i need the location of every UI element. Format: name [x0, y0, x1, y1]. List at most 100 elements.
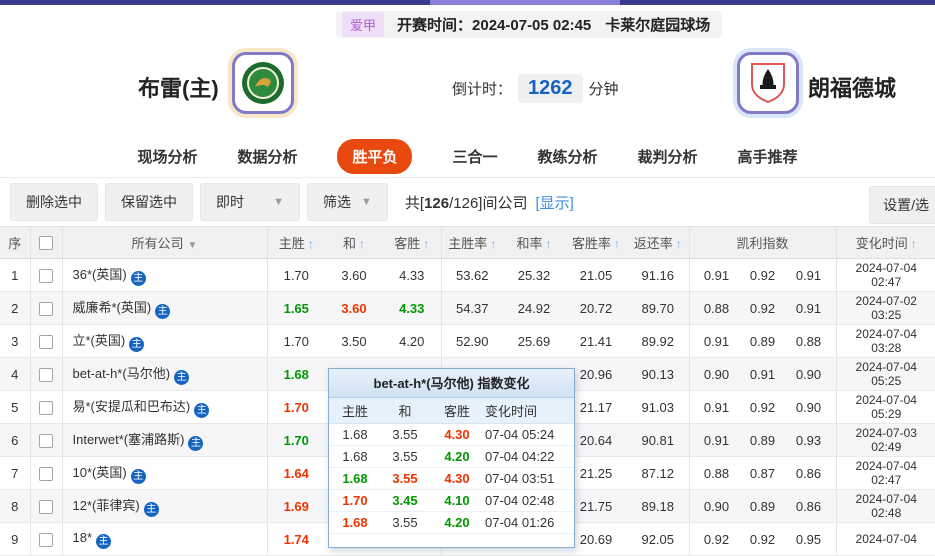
header-客胜[interactable]: 客胜↑	[383, 227, 441, 259]
match-info-bar: 爱甲 开赛时间：2024-07-05 02:45 卡莱尔庭园球场	[336, 11, 722, 38]
tab-7[interactable]: 高手推荐	[738, 146, 798, 167]
top-progress-segment	[430, 0, 620, 5]
kelly-values: 0.900.890.86	[690, 499, 836, 514]
kelly-cell: 0.880.870.86	[689, 457, 836, 490]
draw-rate: 24.92	[503, 292, 565, 325]
company-cell[interactable]: Interwet*(塞浦路斯)主	[62, 424, 267, 457]
change-date: 2024-07-04	[837, 492, 935, 506]
company-cell[interactable]: 12*(菲律宾)主	[62, 490, 267, 523]
change-time: 02:49	[837, 440, 935, 454]
popup-away-odds: 4.20	[429, 515, 485, 530]
kelly-value: 0.95	[796, 532, 821, 547]
tab-6[interactable]: 裁判分析	[638, 146, 698, 167]
row-checkbox[interactable]	[39, 335, 53, 349]
kelly-value: 0.86	[796, 499, 821, 514]
kelly-cell: 0.920.920.95	[689, 523, 836, 556]
row-checkbox-cell	[30, 490, 62, 523]
company-cell[interactable]: 36*(英国)主	[62, 259, 267, 292]
home-odds: 1.74	[267, 523, 325, 556]
row-checkbox[interactable]	[39, 467, 53, 481]
company-count: 共[126/126]间公司	[405, 192, 528, 213]
company-cell[interactable]: bet-at-h*(马尔他)主	[62, 358, 267, 391]
company-cell[interactable]: 10*(英国)主	[62, 457, 267, 490]
header-checkbox[interactable]	[30, 227, 62, 259]
home-odds: 1.70	[267, 424, 325, 457]
show-link[interactable]: [显示]	[535, 192, 573, 213]
header-序[interactable]: 序	[0, 227, 30, 259]
tab-1[interactable]: 现场分析	[137, 146, 197, 167]
row-number: 4	[0, 358, 30, 391]
kelly-value: 0.89	[750, 499, 775, 514]
row-checkbox[interactable]	[39, 401, 53, 415]
away-team-name: 朗福德城	[808, 71, 896, 103]
header-和[interactable]: 和↑	[325, 227, 383, 259]
popup-away-odds: 4.10	[429, 493, 485, 508]
keep-selected-button[interactable]: 保留选中	[105, 183, 193, 221]
header-返还率[interactable]: 返还率↑	[627, 227, 689, 259]
home-odds: 1.65	[267, 292, 325, 325]
company-cell[interactable]: 18*主	[62, 523, 267, 556]
select-all-checkbox[interactable]	[39, 236, 53, 250]
popup-home-odds: 1.68	[329, 471, 381, 486]
table-row: 2威廉希*(英国)主1.653.604.3354.3724.9220.7289.…	[0, 292, 935, 325]
home-rate: 52.90	[441, 325, 503, 358]
header-所有公司[interactable]: 所有公司▼	[62, 227, 267, 259]
instant-dropdown[interactable]: 即时 ▼	[200, 183, 300, 221]
draw-odds: 3.60	[325, 259, 383, 292]
payout-rate: 92.05	[627, 523, 689, 556]
row-checkbox[interactable]	[39, 434, 53, 448]
header-和率[interactable]: 和率↑	[503, 227, 565, 259]
tab-2[interactable]: 数据分析	[237, 146, 297, 167]
header-label: 客胜	[394, 236, 420, 251]
change-time-cell: 2024-07-0405:29	[836, 391, 935, 424]
kelly-value: 0.90	[796, 400, 821, 415]
popup-draw-odds: 3.55	[381, 427, 429, 442]
row-checkbox[interactable]	[39, 533, 53, 547]
header-label: 客胜率	[572, 236, 611, 251]
home-crest-icon	[241, 61, 285, 105]
sort-asc-icon: ↑	[676, 237, 682, 251]
payout-rate: 91.16	[627, 259, 689, 292]
popup-row: 1.683.554.2007-04 04:22	[329, 446, 574, 468]
header-客胜率[interactable]: 客胜率↑	[565, 227, 627, 259]
sort-asc-icon: ↑	[308, 237, 314, 251]
header-凯利指数[interactable]: 凯利指数	[689, 227, 836, 259]
popup-change-time: 07-04 01:26	[485, 515, 573, 530]
dropdown-icon[interactable]: ▼	[188, 240, 198, 251]
company-cell[interactable]: 立*(英国)主	[62, 325, 267, 358]
tab-4[interactable]: 三合一	[452, 146, 497, 167]
kelly-value: 0.89	[750, 334, 775, 349]
delete-selected-button[interactable]: 删除选中	[10, 183, 98, 221]
row-checkbox[interactable]	[39, 368, 53, 382]
popup-header-2: 和	[381, 401, 429, 420]
away-crest-icon	[748, 61, 788, 105]
home-odds: 1.70	[267, 259, 325, 292]
row-checkbox-cell	[30, 358, 62, 391]
filter-dropdown[interactable]: 筛选 ▼	[307, 183, 388, 221]
row-checkbox[interactable]	[39, 269, 53, 283]
row-checkbox[interactable]	[39, 302, 53, 316]
draw-rate: 25.69	[503, 325, 565, 358]
payout-rate: 91.03	[627, 391, 689, 424]
kelly-value: 0.91	[750, 367, 775, 382]
row-checkbox[interactable]	[39, 500, 53, 514]
home-badge-icon: 主	[174, 370, 189, 385]
kelly-cell: 0.880.920.91	[689, 292, 836, 325]
header-主胜[interactable]: 主胜↑	[267, 227, 325, 259]
company-cell[interactable]: 威廉希*(英国)主	[62, 292, 267, 325]
settings-button[interactable]: 设置/选	[869, 186, 935, 224]
company-name: 易*(安提瓜和巴布达)	[73, 399, 191, 414]
kelly-cell: 0.910.920.90	[689, 391, 836, 424]
kelly-values: 0.910.890.93	[690, 433, 836, 448]
kelly-value: 0.91	[704, 400, 729, 415]
countdown-block: 倒计时： 1262 分钟	[452, 74, 619, 103]
header-主胜率[interactable]: 主胜率↑	[441, 227, 503, 259]
kelly-value: 0.90	[796, 367, 821, 382]
kelly-value: 0.91	[796, 268, 821, 283]
tab-3[interactable]: 胜平负	[337, 139, 412, 174]
tab-5[interactable]: 教练分析	[538, 146, 598, 167]
popup-draw-odds: 3.55	[381, 515, 429, 530]
table-header-row: 序所有公司▼主胜↑和↑客胜↑主胜率↑和率↑客胜率↑返还率↑凯利指数变化时间↑	[0, 227, 935, 259]
company-cell[interactable]: 易*(安提瓜和巴布达)主	[62, 391, 267, 424]
header-变化时间[interactable]: 变化时间↑	[836, 227, 935, 259]
